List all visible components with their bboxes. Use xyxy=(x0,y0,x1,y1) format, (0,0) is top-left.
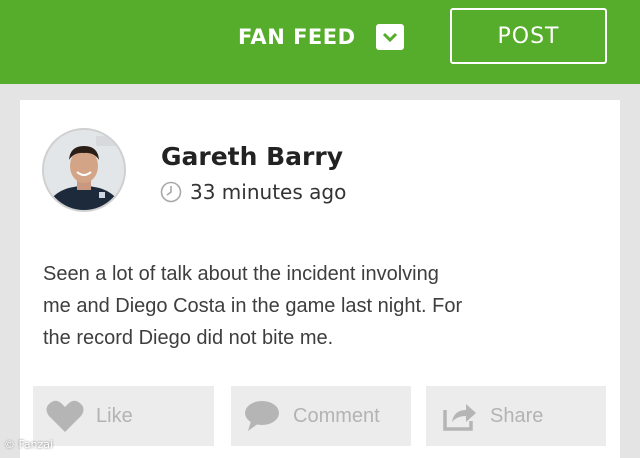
timestamp-row: 33 minutes ago xyxy=(160,180,346,204)
chevron-down-icon[interactable] xyxy=(375,24,404,50)
post-body-line: the record Diego did not bite me. xyxy=(43,327,334,349)
share-label: Share xyxy=(490,404,544,427)
share-button[interactable]: Share xyxy=(426,386,606,446)
watermark-text: Fanzai xyxy=(18,438,54,451)
post-body: Seen a lot of talk about the incident in… xyxy=(43,258,603,354)
share-icon xyxy=(443,404,476,431)
feed-selector[interactable]: FAN FEED xyxy=(238,22,404,52)
comment-button[interactable]: Comment xyxy=(231,386,411,446)
heart-icon xyxy=(46,400,84,432)
post-body-line: me and Diego Costa in the game last nigh… xyxy=(43,295,463,317)
speech-bubble-icon xyxy=(245,401,279,431)
like-button[interactable]: Like xyxy=(33,386,214,446)
comment-label: Comment xyxy=(293,404,380,427)
avatar[interactable] xyxy=(42,128,126,212)
post-button[interactable]: POST xyxy=(450,8,607,64)
copyright-icon: © xyxy=(4,438,19,451)
like-label: Like xyxy=(96,404,133,427)
author-name[interactable]: Gareth Barry xyxy=(161,142,343,171)
top-nav-bar: FAN FEED POST xyxy=(0,0,640,84)
clock-icon xyxy=(160,181,182,203)
feed-selector-label: FAN FEED xyxy=(238,25,356,49)
post-body-line: Seen a lot of talk about the incident in… xyxy=(43,263,439,285)
watermark: © Fanzai xyxy=(4,438,53,451)
post-card: Gareth Barry 33 minutes ago Seen a lot o… xyxy=(20,100,620,458)
timestamp: 33 minutes ago xyxy=(190,180,347,204)
